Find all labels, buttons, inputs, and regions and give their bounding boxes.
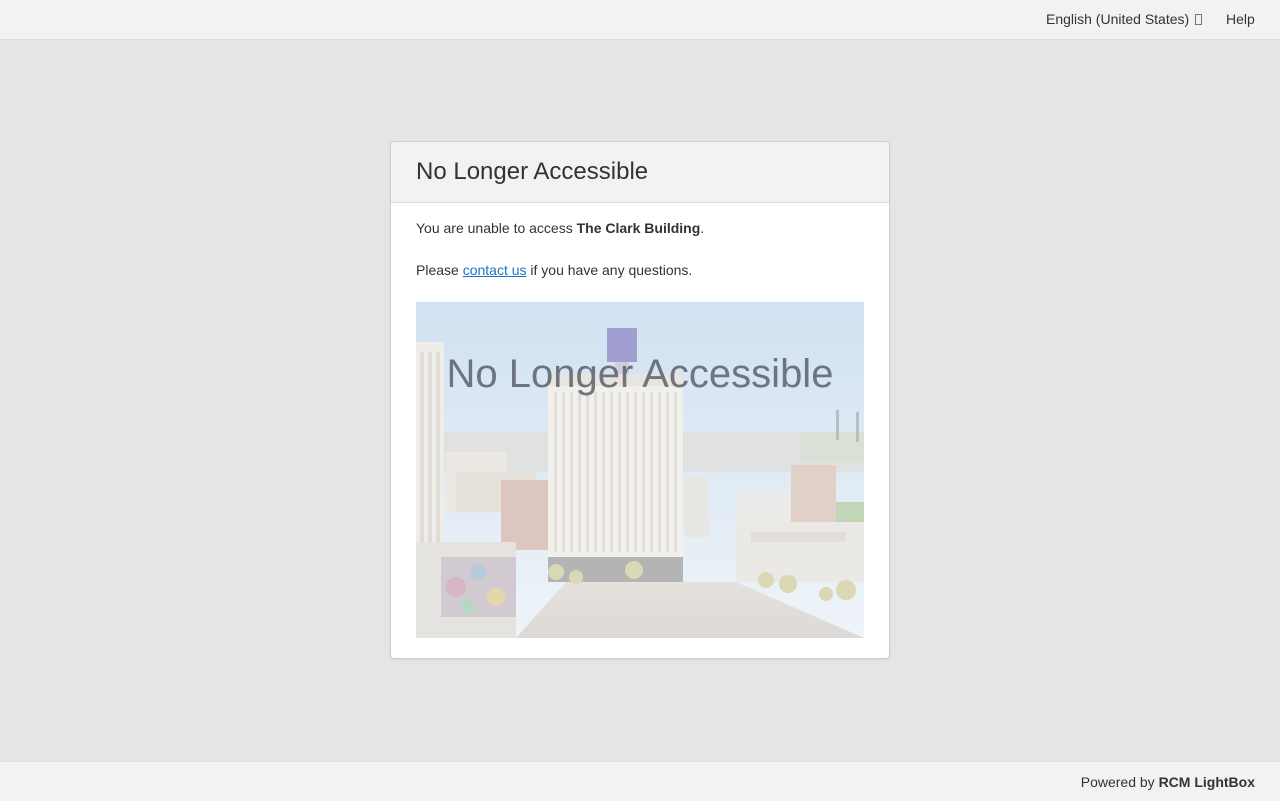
property-photo: No Longer Accessible: [416, 302, 864, 638]
property-name: The Clark Building: [576, 220, 701, 236]
panel-title: No Longer Accessible: [416, 158, 649, 185]
contact-prefix: Please: [416, 262, 463, 278]
powered-by: Powered by RCM LightBox: [1081, 774, 1255, 790]
contact-us-link[interactable]: contact us: [463, 262, 527, 278]
help-link[interactable]: Help: [1226, 11, 1255, 27]
chevron-down-icon: [1195, 14, 1203, 25]
brand-name: RCM LightBox: [1158, 774, 1255, 790]
image-overlay-text: No Longer Accessible: [446, 352, 834, 396]
access-message-suffix: .: [700, 220, 705, 236]
access-message-prefix: You are unable to access: [416, 220, 577, 236]
powered-by-prefix: Powered by: [1080, 774, 1159, 790]
language-selector[interactable]: English (United States): [1046, 11, 1203, 27]
language-label: English (United States): [1046, 11, 1190, 27]
footer: Powered by RCM LightBox: [0, 761, 1280, 801]
notice-panel: No Longer Accessible You are unable to a…: [390, 141, 890, 659]
contact-message: Please contact us if you have any questi…: [416, 262, 692, 278]
access-message: You are unable to access The Clark Build…: [416, 220, 704, 236]
panel-header: No Longer Accessible: [391, 142, 889, 203]
contact-suffix: if you have any questions.: [526, 262, 693, 278]
top-bar: English (United States) Help: [0, 0, 1280, 40]
